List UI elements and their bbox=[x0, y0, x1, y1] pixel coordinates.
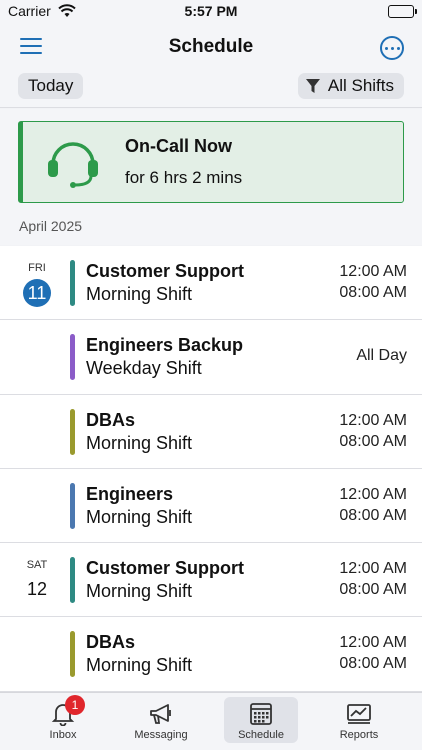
shift-row[interactable]: DBAs Morning Shift 12:00 AM 08:00 AM bbox=[0, 394, 422, 469]
shift-color-bar bbox=[70, 334, 75, 381]
today-button[interactable]: Today bbox=[18, 73, 84, 99]
shift-end-time: 08:00 AM bbox=[339, 506, 407, 524]
shift-row[interactable]: DBAs Morning Shift 12:00 AM 08:00 AM bbox=[0, 617, 422, 692]
shift-color-bar bbox=[70, 557, 75, 604]
all-shifts-label: All Shifts bbox=[327, 76, 394, 95]
tab-messaging[interactable]: Messaging bbox=[124, 697, 198, 743]
page-title: Schedule bbox=[168, 36, 254, 57]
shift-start-time: 12:00 AM bbox=[339, 263, 407, 280]
status-bar: Carrier 5:57 PM bbox=[0, 0, 422, 24]
shift-color-bar bbox=[70, 260, 75, 306]
shift-row[interactable]: Engineers Backup Weekday Shift All Day bbox=[0, 320, 422, 395]
tab-label: Inbox bbox=[49, 729, 77, 741]
oncall-section: On-Call Now for 6 hrs 2 mins bbox=[0, 109, 422, 215]
tab-label: Messaging bbox=[134, 729, 188, 741]
shift-subtitle: Weekday Shift bbox=[86, 358, 202, 379]
day-of-week: SAT bbox=[26, 559, 48, 572]
oncall-duration: for 6 hrs 2 mins bbox=[125, 168, 243, 187]
tab-schedule[interactable]: Schedule bbox=[224, 697, 298, 743]
shift-all-day: All Day bbox=[356, 347, 407, 365]
shift-end-time: 08:00 AM bbox=[339, 432, 407, 450]
headset-icon bbox=[45, 136, 101, 193]
nav-bar: Schedule bbox=[0, 24, 422, 70]
shift-title: Engineers bbox=[86, 483, 174, 504]
shift-title: Customer Support bbox=[86, 558, 245, 579]
shift-subtitle: Morning Shift bbox=[86, 284, 193, 304]
megaphone-icon bbox=[150, 704, 171, 724]
oncall-card[interactable]: On-Call Now for 6 hrs 2 mins bbox=[18, 121, 404, 203]
shift-title: DBAs bbox=[86, 632, 136, 653]
shift-subtitle: Morning Shift bbox=[86, 655, 193, 676]
tab-bar: 1 Inbox Messaging Schedule Reports bbox=[0, 692, 422, 750]
tab-inbox[interactable]: 1 Inbox bbox=[26, 695, 100, 743]
shift-end-time: 08:00 AM bbox=[339, 655, 407, 673]
tab-reports[interactable]: Reports bbox=[322, 697, 396, 743]
oncall-title: On-Call Now bbox=[125, 136, 232, 156]
shift-start-time: 12:00 AM bbox=[339, 560, 407, 578]
shift-start-time: 12:00 AM bbox=[339, 411, 407, 429]
inbox-badge: 1 bbox=[65, 695, 85, 715]
shift-color-bar bbox=[70, 631, 75, 678]
calendar-icon bbox=[250, 703, 272, 725]
shift-color-bar bbox=[70, 482, 75, 529]
day-of-week: FRI bbox=[28, 262, 46, 274]
shift-row[interactable]: FRI 11 Customer Support Morning Shift 12… bbox=[0, 246, 422, 321]
shift-subtitle: Morning Shift bbox=[86, 432, 193, 453]
chart-icon bbox=[347, 704, 371, 724]
shift-start-time: 12:00 AM bbox=[339, 485, 407, 503]
more-options-icon[interactable] bbox=[380, 36, 404, 60]
shift-title: DBAs bbox=[86, 409, 136, 430]
clock: 5:57 PM bbox=[184, 3, 238, 19]
shift-list: FRI 11 Customer Support Morning Shift 12… bbox=[0, 246, 422, 692]
battery-icon bbox=[388, 5, 417, 18]
day-number: 12 bbox=[26, 579, 48, 600]
filter-row: Today All Shifts bbox=[0, 70, 422, 108]
shift-row[interactable]: Engineers Morning Shift 12:00 AM 08:00 A… bbox=[0, 468, 422, 544]
shift-row[interactable]: SAT 12 Customer Support Morning Shift 12… bbox=[0, 543, 422, 618]
all-shifts-button[interactable]: All Shifts bbox=[297, 73, 404, 99]
shift-title: Engineers Backup bbox=[86, 335, 244, 356]
shift-subtitle: Morning Shift bbox=[86, 581, 193, 602]
shift-color-bar bbox=[70, 408, 75, 455]
shift-end-time: 08:00 AM bbox=[339, 284, 407, 301]
month-header: April 2025 bbox=[0, 215, 422, 245]
shift-start-time: 12:00 AM bbox=[339, 634, 407, 652]
menu-icon[interactable] bbox=[20, 38, 42, 56]
shift-end-time: 08:00 AM bbox=[339, 581, 407, 599]
tab-label: Schedule bbox=[238, 729, 284, 741]
tab-label: Reports bbox=[339, 729, 379, 741]
filter-icon bbox=[305, 78, 320, 93]
shift-title: Customer Support bbox=[86, 261, 245, 281]
shift-subtitle: Morning Shift bbox=[86, 506, 193, 527]
day-number: 11 bbox=[23, 279, 51, 307]
